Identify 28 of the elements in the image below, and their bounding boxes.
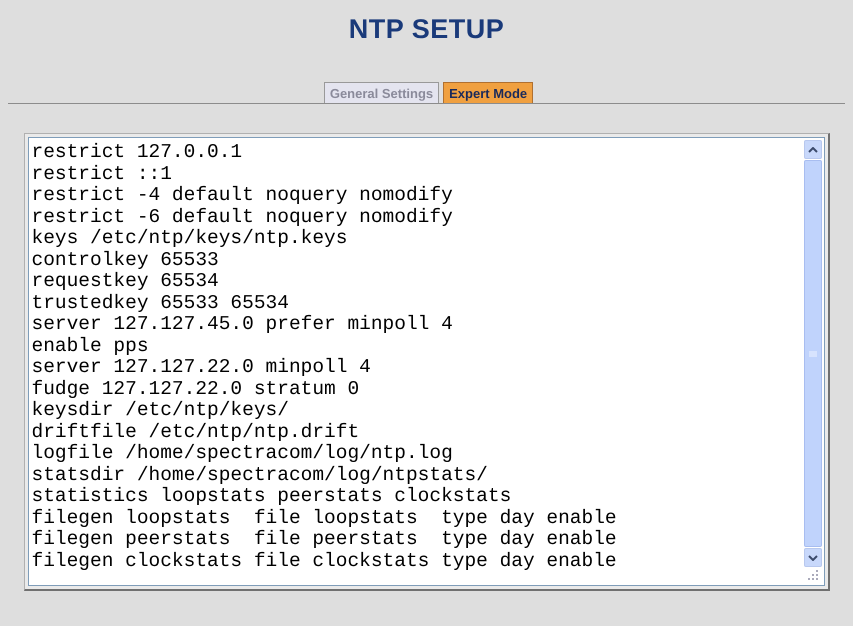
config-line: controlkey 65533 [32,250,219,271]
config-line: keysdir /etc/ntp/keys/ [32,400,289,422]
page-title: NTP SETUP [348,14,504,45]
config-line: requestkey 65534 [32,271,219,292]
config-line: restrict ::1 [32,164,172,185]
config-line: filegen clockstats file clockstats type day enable [32,550,617,572]
scroll-down-button[interactable] [804,548,822,567]
config-line: filegen loopstats file loopstats type day enable [32,508,617,529]
config-line: server 127.127.22.0 minpoll 4 [32,357,371,378]
tab[interactable]: Expert Mode [443,82,534,103]
config-line: trustedkey 65533 65534 [32,292,289,314]
config-line: enable pps [32,336,149,357]
config-line: statsdir /home/spectracom/log/ntpstats/ [32,464,488,486]
grip-icon [808,350,816,356]
config-line: statistics loopstats peerstats clockstats [32,486,512,508]
config-line: restrict -6 default noquery nomodify [32,206,453,228]
config-line: filegen peerstats file peerstats type day enable [32,529,617,550]
config-line: logfile /home/spectracom/log/ntp.log [32,443,453,464]
caret-up-icon [808,146,818,152]
config-line: keys /etc/ntp/keys/ntp.keys [32,228,348,250]
resize-grip-icon[interactable] [808,570,818,580]
config-line: restrict 127.0.0.1 [32,142,242,164]
config-line: server 127.127.45.0 prefer minpoll 4 [32,314,453,336]
scroll-up-button[interactable] [804,140,822,159]
config-line: restrict -4 default noquery nomodify [32,185,453,206]
config-line: fudge 127.127.22.0 stratum 0 [32,378,360,400]
caret-down-icon [808,554,818,560]
config-line: driftfile /etc/ntp/ntp.drift [32,422,360,443]
